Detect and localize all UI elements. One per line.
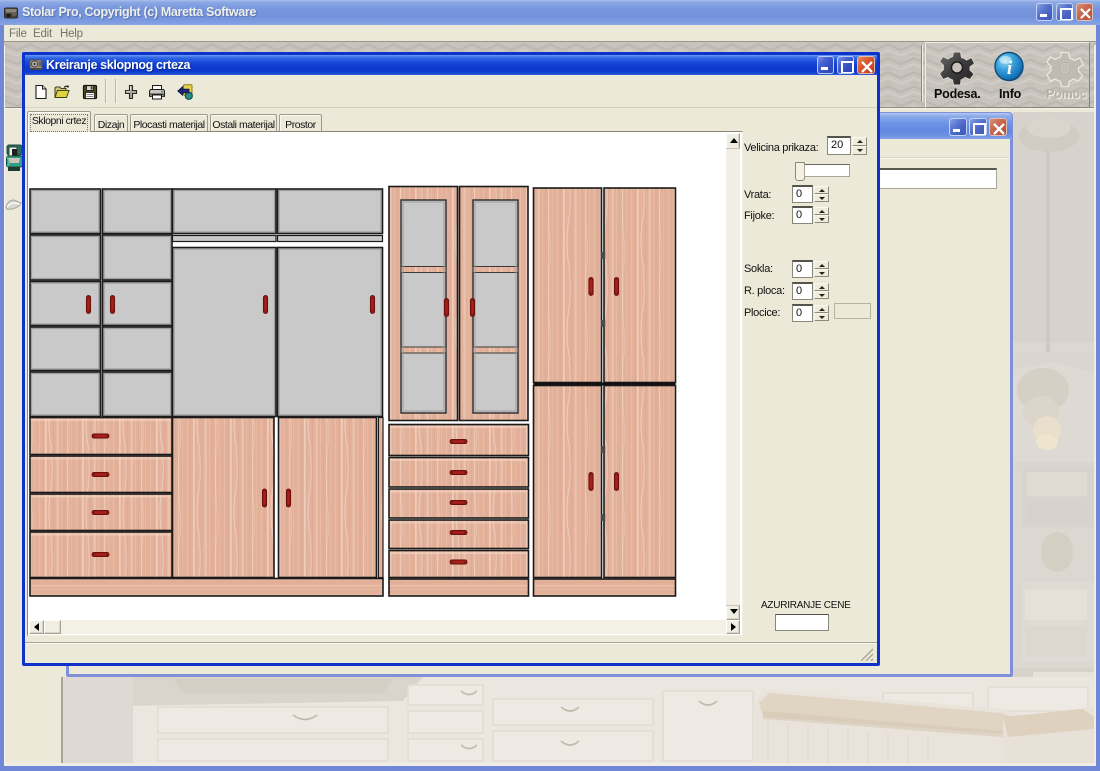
svg-text:i: i xyxy=(1007,58,1013,79)
